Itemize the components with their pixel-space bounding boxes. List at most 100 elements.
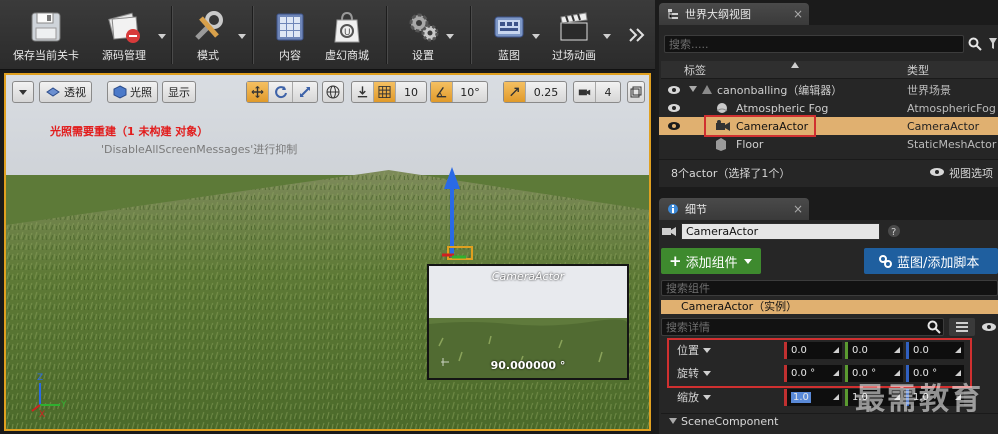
toolbar-separator: [171, 6, 172, 64]
blueprints-dropdown-arrow[interactable]: [532, 34, 540, 39]
level-viewport[interactable]: 透视 光照 显示 10 10° 0.25 4 光照需要重建（1 未构建 对象） …: [4, 73, 651, 431]
scale-tool-button[interactable]: [293, 82, 317, 102]
close-icon[interactable]: ×: [793, 7, 803, 21]
source-control-button[interactable]: 源码管理: [92, 4, 156, 66]
content-button[interactable]: 内容: [262, 4, 318, 66]
outliner-icon: [668, 9, 678, 19]
settings-button[interactable]: 设置: [398, 4, 448, 66]
rotation-snap-value[interactable]: 10°: [453, 82, 487, 102]
lighting-warning-text: 光照需要重建（1 未构建 对象）: [50, 125, 209, 138]
rotate-arrow-icon: [274, 86, 287, 99]
eye-icon[interactable]: [667, 121, 681, 131]
double-chevron-right-icon[interactable]: [628, 27, 646, 43]
watermark-text: 最需教育: [855, 382, 983, 417]
transform-gizmo[interactable]: [416, 167, 476, 263]
cinematics-label: 过场动画: [552, 49, 596, 62]
scale-snap-value[interactable]: 0.25: [526, 82, 566, 102]
grid-snap-toggle[interactable]: [374, 82, 396, 102]
instance-component-row[interactable]: CameraActor（实例）: [661, 300, 998, 314]
show-flags-button[interactable]: 显示: [162, 81, 196, 103]
camera-speed-value[interactable]: 4: [596, 82, 620, 102]
eye-icon[interactable]: [981, 322, 997, 332]
source-control-label: 源码管理: [102, 49, 146, 62]
add-component-button[interactable]: + 添加组件: [661, 248, 761, 274]
search-icon[interactable]: [968, 37, 982, 51]
actor-count-status: 8个actor（选择了1个）: [671, 167, 791, 180]
perspective-button[interactable]: 透视: [39, 81, 92, 103]
content-label: 内容: [279, 49, 301, 62]
camera-actor-icon: [662, 227, 676, 236]
blueprints-button[interactable]: 蓝图: [482, 4, 536, 66]
outliner-row[interactable]: canonballing（编辑器） 世界场景: [659, 81, 998, 99]
view-options-button[interactable]: 视图选项: [949, 165, 993, 181]
modes-tools-icon: [195, 11, 223, 40]
eye-icon[interactable]: [667, 85, 681, 95]
expand-arrow-icon[interactable]: [689, 86, 697, 94]
outliner-search-input[interactable]: 搜索.....: [664, 35, 964, 53]
plus-icon: +: [669, 252, 682, 270]
translate-tool-button[interactable]: [247, 82, 269, 102]
column-type-header[interactable]: 类型: [907, 62, 929, 78]
add-component-label: 添加组件: [685, 255, 738, 271]
translate-arrows-icon: [251, 86, 264, 98]
eye-icon[interactable]: [929, 167, 945, 177]
sort-up-icon[interactable]: [791, 62, 799, 68]
cinematics-dropdown-arrow[interactable]: [603, 34, 611, 39]
outliner-row-type: CameraActor: [907, 119, 980, 133]
svg-text:?: ?: [891, 227, 896, 238]
outliner-row-type: StaticMeshActor: [907, 137, 997, 151]
details-panel: CameraActor ? + 添加组件 蓝图/添加脚本 搜索组件 Camera…: [659, 220, 998, 434]
perspective-label: 透视: [64, 86, 86, 99]
modes-dropdown-arrow[interactable]: [238, 34, 246, 39]
scale-snap-toggle[interactable]: [504, 82, 526, 102]
cinematics-button[interactable]: 过场动画: [545, 4, 603, 66]
tab-details[interactable]: 细节 ×: [659, 198, 809, 220]
marketplace-bag-icon: U: [334, 11, 360, 43]
filter-icon[interactable]: [988, 36, 998, 50]
marketplace-button[interactable]: U 虚幻商城: [318, 4, 376, 66]
tab-world-outliner[interactable]: 世界大纲视图 ×: [659, 3, 809, 25]
toolbar-separator: [252, 6, 253, 64]
rotation-snap-toggle[interactable]: [431, 82, 453, 102]
search-details-input[interactable]: 搜索详情: [661, 318, 944, 336]
show-flags-label: 显示: [168, 86, 190, 99]
blueprint-add-script-button[interactable]: 蓝图/添加脚本: [864, 248, 998, 274]
actor-name-field[interactable]: CameraActor: [681, 223, 880, 240]
preview-title: CameraActor: [491, 270, 565, 283]
marketplace-label: 虚幻商城: [325, 49, 369, 62]
settings-dropdown-arrow[interactable]: [446, 34, 454, 39]
clapperboard-icon: [560, 12, 588, 41]
coordinate-space-button[interactable]: [322, 81, 344, 103]
eye-icon[interactable]: [667, 103, 681, 113]
world-globe-icon: [326, 85, 340, 99]
outliner-row[interactable]: Floor StaticMeshActor: [659, 135, 998, 153]
scale-x-field[interactable]: 1.0: [784, 389, 842, 406]
viewport-options-button[interactable]: [12, 81, 34, 103]
close-icon[interactable]: ×: [793, 202, 803, 216]
help-icon[interactable]: ?: [887, 224, 901, 238]
lit-mode-button[interactable]: 光照: [107, 81, 158, 103]
transform-tools-group: [246, 81, 318, 103]
atmospheric-fog-icon: [716, 103, 728, 113]
rotation-snap-group: 10°: [430, 81, 488, 103]
spin-corner-icon: [833, 394, 839, 400]
modes-label: 模式: [197, 49, 219, 62]
camera-speed-button[interactable]: [574, 82, 596, 102]
column-label-header[interactable]: 标签: [684, 62, 706, 78]
source-control-dropdown-arrow[interactable]: [158, 34, 166, 39]
scale-label-text: 缩放: [677, 391, 699, 404]
scale-label[interactable]: 缩放: [677, 388, 711, 406]
search-components-input[interactable]: 搜索组件: [661, 280, 998, 296]
outliner-row-name: Floor: [736, 137, 764, 151]
grid-snap-value[interactable]: 10: [396, 82, 426, 102]
save-level-button[interactable]: 保存当前关卡: [6, 4, 86, 66]
chevron-down-icon: [19, 89, 27, 95]
rotate-tool-button[interactable]: [269, 82, 293, 102]
scale-arrows-icon: [300, 87, 310, 97]
content-grid-icon: [276, 13, 304, 41]
property-matrix-button[interactable]: [949, 318, 975, 336]
surface-snap-button[interactable]: [352, 82, 374, 102]
maximize-viewport-button[interactable]: [627, 81, 645, 103]
search-icon[interactable]: [927, 320, 941, 334]
modes-button[interactable]: 模式: [178, 4, 238, 66]
